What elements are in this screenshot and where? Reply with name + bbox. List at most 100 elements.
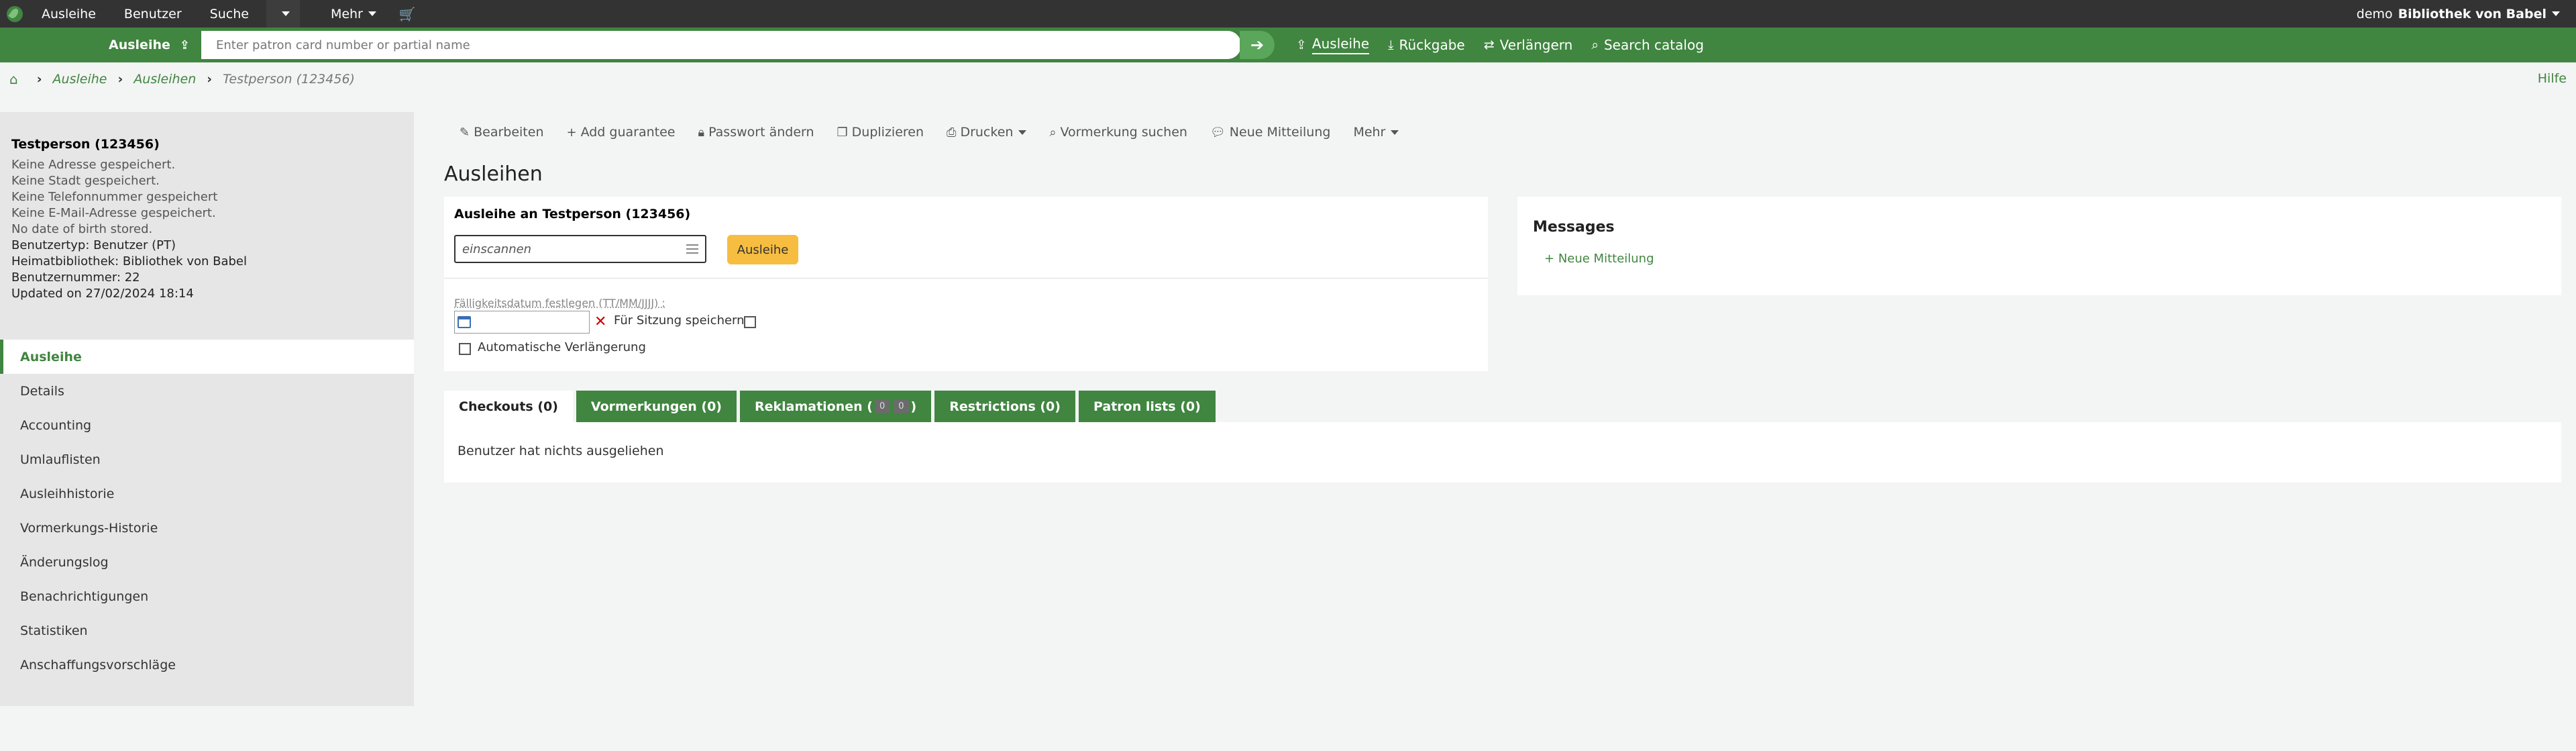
- page-title: Ausleihen: [444, 162, 543, 186]
- print-button[interactable]: ⎙ Drucken: [947, 125, 1027, 140]
- patron-address: Keine Adresse gespeichert.: [11, 158, 176, 172]
- clear-date-icon[interactable]: ✕: [594, 313, 606, 330]
- arrow-right-icon: ➔: [1250, 36, 1265, 54]
- sidebar-item-purchase-suggestions[interactable]: Anschaffungsvorschläge: [0, 648, 414, 682]
- due-date-label: Fälligkeitsdatum festlegen (TT/MM/JJJJ) …: [454, 297, 665, 309]
- change-password-label: Passwort ändern: [708, 125, 814, 140]
- help-link[interactable]: Hilfe: [2538, 71, 2567, 86]
- search-mode-label[interactable]: Ausleihe ⇪: [109, 38, 190, 52]
- header-link-search-catalog-label: Search catalog: [1603, 37, 1704, 53]
- sidebar-item-circulation-history[interactable]: Ausleihhistorie: [0, 477, 414, 511]
- add-guarantee-button[interactable]: + Add guarantee: [566, 125, 675, 140]
- nav-more[interactable]: Mehr: [331, 7, 376, 21]
- add-guarantee-label: Add guarantee: [580, 125, 676, 140]
- copy-icon: ❐: [837, 125, 848, 140]
- breadcrumb-ausleihe[interactable]: Ausleihe: [53, 72, 107, 87]
- breadcrumb-current: Testperson (123456): [223, 72, 355, 87]
- new-message-link[interactable]: + Neue Mitteilung: [1544, 252, 1654, 266]
- nav-ausleihe[interactable]: Ausleihe: [42, 7, 96, 21]
- due-date-input[interactable]: [454, 311, 590, 334]
- tab-holds[interactable]: Vormerkungen (0): [576, 391, 737, 422]
- edit-button-label: Bearbeiten: [474, 125, 544, 140]
- nav-suche[interactable]: Suche: [210, 7, 249, 21]
- divider: [444, 278, 1488, 279]
- patron-email: Keine E-Mail-Adresse gespeichert.: [11, 206, 216, 220]
- nav-benutzer[interactable]: Benutzer: [124, 7, 182, 21]
- header-link-renew[interactable]: ⇄ Verlängern: [1484, 37, 1573, 53]
- patron-sidebar: Testperson (123456) Keine Adresse gespei…: [0, 112, 414, 706]
- save-for-session-checkbox[interactable]: [744, 316, 756, 328]
- auto-renew-checkbox[interactable]: [459, 343, 471, 355]
- upload-icon: ⇪: [1296, 38, 1307, 52]
- sidebar-item-details[interactable]: Details: [0, 374, 414, 408]
- patron-toolbar: ✎ Bearbeiten + Add guarantee 🔒︎ Passwort än…: [460, 121, 1421, 144]
- checkout-button[interactable]: Ausleihe: [727, 235, 798, 264]
- header-link-checkout[interactable]: ⇪ Ausleihe: [1296, 36, 1370, 54]
- patron-info: Testperson (123456) Keine Adresse gespei…: [0, 112, 414, 340]
- header-link-checkin-label: Rückgabe: [1399, 37, 1465, 53]
- checkouts-panel: Benutzer hat nichts ausgeliehen: [444, 422, 2561, 483]
- chevron-down-icon: [2552, 11, 2560, 16]
- change-password-button[interactable]: 🔒︎ Passwort ändern: [698, 125, 814, 140]
- search-icon: ⌕: [1049, 125, 1057, 140]
- barcode-menu-icon[interactable]: [686, 244, 698, 254]
- patron-phone: Keine Telefonnummer gespeichert: [11, 190, 218, 204]
- search-to-hold-button[interactable]: ⌕ Vormerkung suchen: [1049, 125, 1187, 140]
- breadcrumb-ausleihen[interactable]: Ausleihen: [133, 72, 196, 87]
- messages-title: Messages: [1533, 219, 1615, 236]
- patron-menu: Ausleihe Details Accounting Umlauflisten…: [0, 340, 414, 682]
- tab-restrictions[interactable]: Restrictions (0): [934, 391, 1075, 422]
- barcode-input[interactable]: einscannen: [454, 235, 706, 263]
- tab-claims-close: ): [910, 399, 917, 414]
- search-icon: ⌕: [1591, 38, 1599, 52]
- tab-claims-label: Reklamationen (: [754, 399, 873, 414]
- breadcrumb: ⌂ › Ausleihe › Ausleihen › Testperson (1…: [9, 71, 355, 87]
- chevron-right-icon: ›: [36, 72, 42, 87]
- save-for-session-label: Für Sitzung speichern:: [614, 313, 749, 328]
- patron-search-input[interactable]: Enter patron card number or partial name: [201, 31, 1241, 59]
- header-link-renew-label: Verlängern: [1499, 37, 1573, 53]
- messages-panel: Messages + Neue Mitteilung: [1517, 197, 2561, 295]
- sidebar-item-modification-log[interactable]: Änderungslog: [0, 545, 414, 579]
- duplicate-button[interactable]: ❐ Duplizieren: [837, 125, 924, 140]
- chevron-down-icon: [1391, 130, 1399, 135]
- cart-icon[interactable]: 🛒: [399, 6, 416, 22]
- chevron-down-icon: [281, 11, 290, 16]
- search-dropdown-toggle[interactable]: [266, 0, 300, 28]
- patron-updated: Updated on 27/02/2024 18:14: [11, 287, 194, 301]
- header-link-search-catalog[interactable]: ⌕ Search catalog: [1591, 37, 1704, 53]
- pencil-icon: ✎: [460, 125, 470, 140]
- user-library: Bibliothek von Babel: [2398, 6, 2546, 21]
- header-link-checkin[interactable]: ⤓ Rückgabe: [1388, 37, 1465, 53]
- sidebar-item-notices[interactable]: Benachrichtigungen: [0, 579, 414, 613]
- chevron-down-icon: [368, 11, 376, 16]
- auto-renew-label: Automatische Verlängerung: [478, 340, 646, 354]
- sidebar-item-ausleihe[interactable]: Ausleihe: [0, 340, 414, 374]
- search-submit-button[interactable]: ➔: [1240, 31, 1275, 59]
- edit-button[interactable]: ✎ Bearbeiten: [460, 125, 543, 140]
- duplicate-label: Duplizieren: [851, 125, 924, 140]
- checkout-panel: Ausleihe an Testperson (123456) einscann…: [444, 197, 1488, 371]
- circulation-header: Ausleihe ⇪ Enter patron card number or p…: [0, 28, 2576, 62]
- new-message-button[interactable]: 💬︎ Neue Mitteilung: [1210, 125, 1331, 140]
- more-button[interactable]: Mehr: [1353, 125, 1399, 140]
- print-icon: ⎙: [947, 125, 957, 140]
- home-icon[interactable]: ⌂: [9, 71, 18, 87]
- top-navbar: Ausleihe Benutzer Suche Mehr 🛒 demo Bibl…: [0, 0, 2576, 28]
- tab-patron-lists[interactable]: Patron lists (0): [1078, 391, 1216, 422]
- more-label: Mehr: [1353, 125, 1386, 140]
- sidebar-item-statistics[interactable]: Statistiken: [0, 613, 414, 648]
- tab-claims[interactable]: Reklamationen ( 0 0 ): [739, 391, 932, 422]
- claims-count-badge: 0: [894, 399, 909, 413]
- patron-home-library: Heimatbibliothek: Bibliothek von Babel: [11, 254, 247, 268]
- user-menu[interactable]: demo Bibliothek von Babel: [2357, 0, 2560, 28]
- calendar-icon[interactable]: [458, 316, 471, 328]
- comment-icon: 💬︎: [1210, 125, 1226, 140]
- print-label: Drucken: [960, 125, 1014, 140]
- koha-logo-icon[interactable]: [7, 5, 23, 22]
- download-icon: ⤓: [1388, 38, 1394, 52]
- tab-checkouts[interactable]: Checkouts (0): [444, 391, 573, 422]
- sidebar-item-accounting[interactable]: Accounting: [0, 408, 414, 442]
- sidebar-item-holds-history[interactable]: Vormerkungs-Historie: [0, 511, 414, 545]
- sidebar-item-routing-lists[interactable]: Umlauflisten: [0, 442, 414, 477]
